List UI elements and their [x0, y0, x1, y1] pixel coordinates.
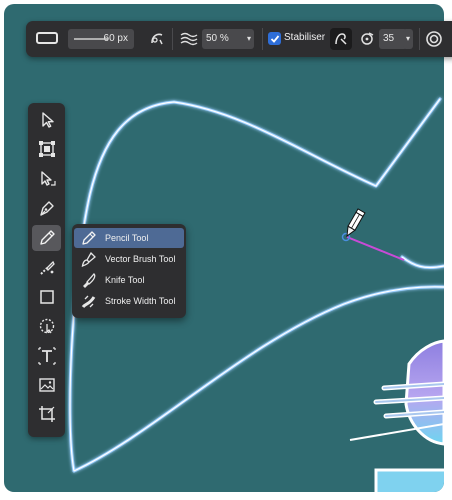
checkmark-icon	[270, 34, 279, 43]
toolbar-divider	[172, 28, 173, 50]
shape-tool[interactable]	[32, 313, 61, 339]
node-arrow-icon	[40, 171, 56, 186]
fill-tool[interactable]	[32, 255, 61, 281]
pencil-cursor-icon	[346, 208, 366, 238]
artboard-tool[interactable]	[32, 136, 61, 162]
chevron-down-icon: ▾	[246, 34, 251, 43]
flyout-item-stroke-width-tool[interactable]: Stroke Width Tool	[74, 291, 184, 311]
rope-icon[interactable]	[330, 28, 352, 50]
selection-box-icon	[38, 141, 55, 157]
pencil-tool-flyout: Pencil Tool Vector Brush Tool Knife Tool…	[72, 224, 186, 318]
context-toolbar: 60 px 50 % ▾ Stabiliser 35 ▾	[26, 21, 452, 57]
opacity-dropdown-button[interactable]: ▾	[244, 29, 254, 49]
flyout-item-pencil-tool[interactable]: Pencil Tool	[74, 228, 184, 248]
pencil-icon	[39, 230, 55, 245]
stroke-width-icon	[79, 292, 99, 310]
place-image-tool[interactable]	[32, 372, 61, 398]
move-tool[interactable]	[32, 107, 61, 133]
stroke-rectangle-icon[interactable]	[36, 30, 58, 46]
opacity-value: 50 %	[206, 33, 229, 44]
flyout-item-label: Vector Brush Tool	[105, 254, 176, 264]
stabiliser-label: Stabiliser	[284, 32, 326, 43]
flyout-item-knife-tool[interactable]: Knife Tool	[74, 270, 184, 290]
rectangle-tool[interactable]	[32, 284, 61, 310]
waves-icon	[179, 29, 199, 49]
vector-brush-icon	[79, 250, 99, 268]
toolbar-divider	[262, 28, 263, 50]
stabiliser-rope	[346, 236, 405, 261]
flyout-item-vector-brush-tool[interactable]: Vector Brush Tool	[74, 249, 184, 269]
design-canvas[interactable]	[4, 4, 444, 492]
stroke-line-icon	[74, 38, 108, 40]
stabiliser-dropdown-button[interactable]: ▾	[403, 29, 413, 49]
pencil-icon	[79, 229, 99, 247]
tools-panel	[28, 103, 65, 437]
dotted-shape-icon	[39, 318, 54, 334]
window-icon[interactable]	[357, 29, 377, 49]
image-icon	[38, 378, 55, 392]
rectangle-icon	[39, 290, 54, 304]
brush-icon	[39, 260, 55, 275]
crop-icon	[38, 406, 55, 422]
target-icon[interactable]	[424, 29, 444, 49]
artistic-text-icon	[37, 347, 56, 365]
stroke-width-field[interactable]: 60 px	[68, 29, 134, 49]
flyout-item-label: Stroke Width Tool	[105, 296, 176, 306]
node-tool[interactable]	[32, 166, 61, 192]
pen-tool[interactable]	[32, 195, 61, 221]
knife-icon	[79, 271, 99, 289]
pressure-icon[interactable]	[148, 29, 166, 49]
crop-tool[interactable]	[32, 401, 61, 427]
flyout-item-label: Pencil Tool	[105, 233, 149, 243]
pen-nib-icon	[39, 201, 54, 216]
flyout-item-label: Knife Tool	[105, 275, 145, 285]
stabiliser-checkbox[interactable]	[268, 32, 281, 45]
stabiliser-value: 35	[383, 33, 395, 44]
pencil-tool[interactable]	[32, 225, 61, 251]
artwork	[68, 97, 444, 492]
toolbar-divider	[419, 28, 420, 50]
corner-shape	[374, 468, 444, 492]
arrow-icon	[41, 112, 54, 128]
blob-shape	[349, 339, 444, 446]
chevron-down-icon: ▾	[405, 34, 410, 43]
text-tool[interactable]	[32, 343, 61, 369]
